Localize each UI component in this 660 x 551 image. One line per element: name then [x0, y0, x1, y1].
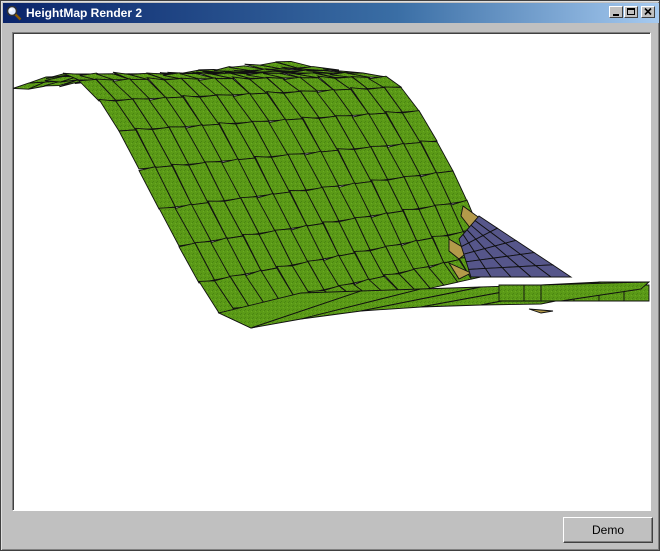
- heightmap-terrain: [13, 60, 650, 329]
- close-icon: [644, 7, 652, 16]
- window-title: HeightMap Render 2: [26, 6, 143, 20]
- magnifier-icon[interactable]: [6, 5, 22, 21]
- demo-button[interactable]: Demo: [563, 517, 653, 543]
- close-button[interactable]: [641, 6, 655, 18]
- application-window: HeightMap Render 2 Demo: [0, 0, 660, 551]
- maximize-icon: [627, 8, 635, 15]
- plain-tile: [498, 284, 525, 302]
- minimize-button[interactable]: [609, 6, 623, 18]
- heightmap-render-area[interactable]: [12, 32, 651, 511]
- title-bar[interactable]: HeightMap Render 2: [3, 3, 659, 23]
- sand-tile: [528, 308, 554, 314]
- minimize-icon: [613, 14, 619, 16]
- maximize-button[interactable]: [624, 6, 638, 18]
